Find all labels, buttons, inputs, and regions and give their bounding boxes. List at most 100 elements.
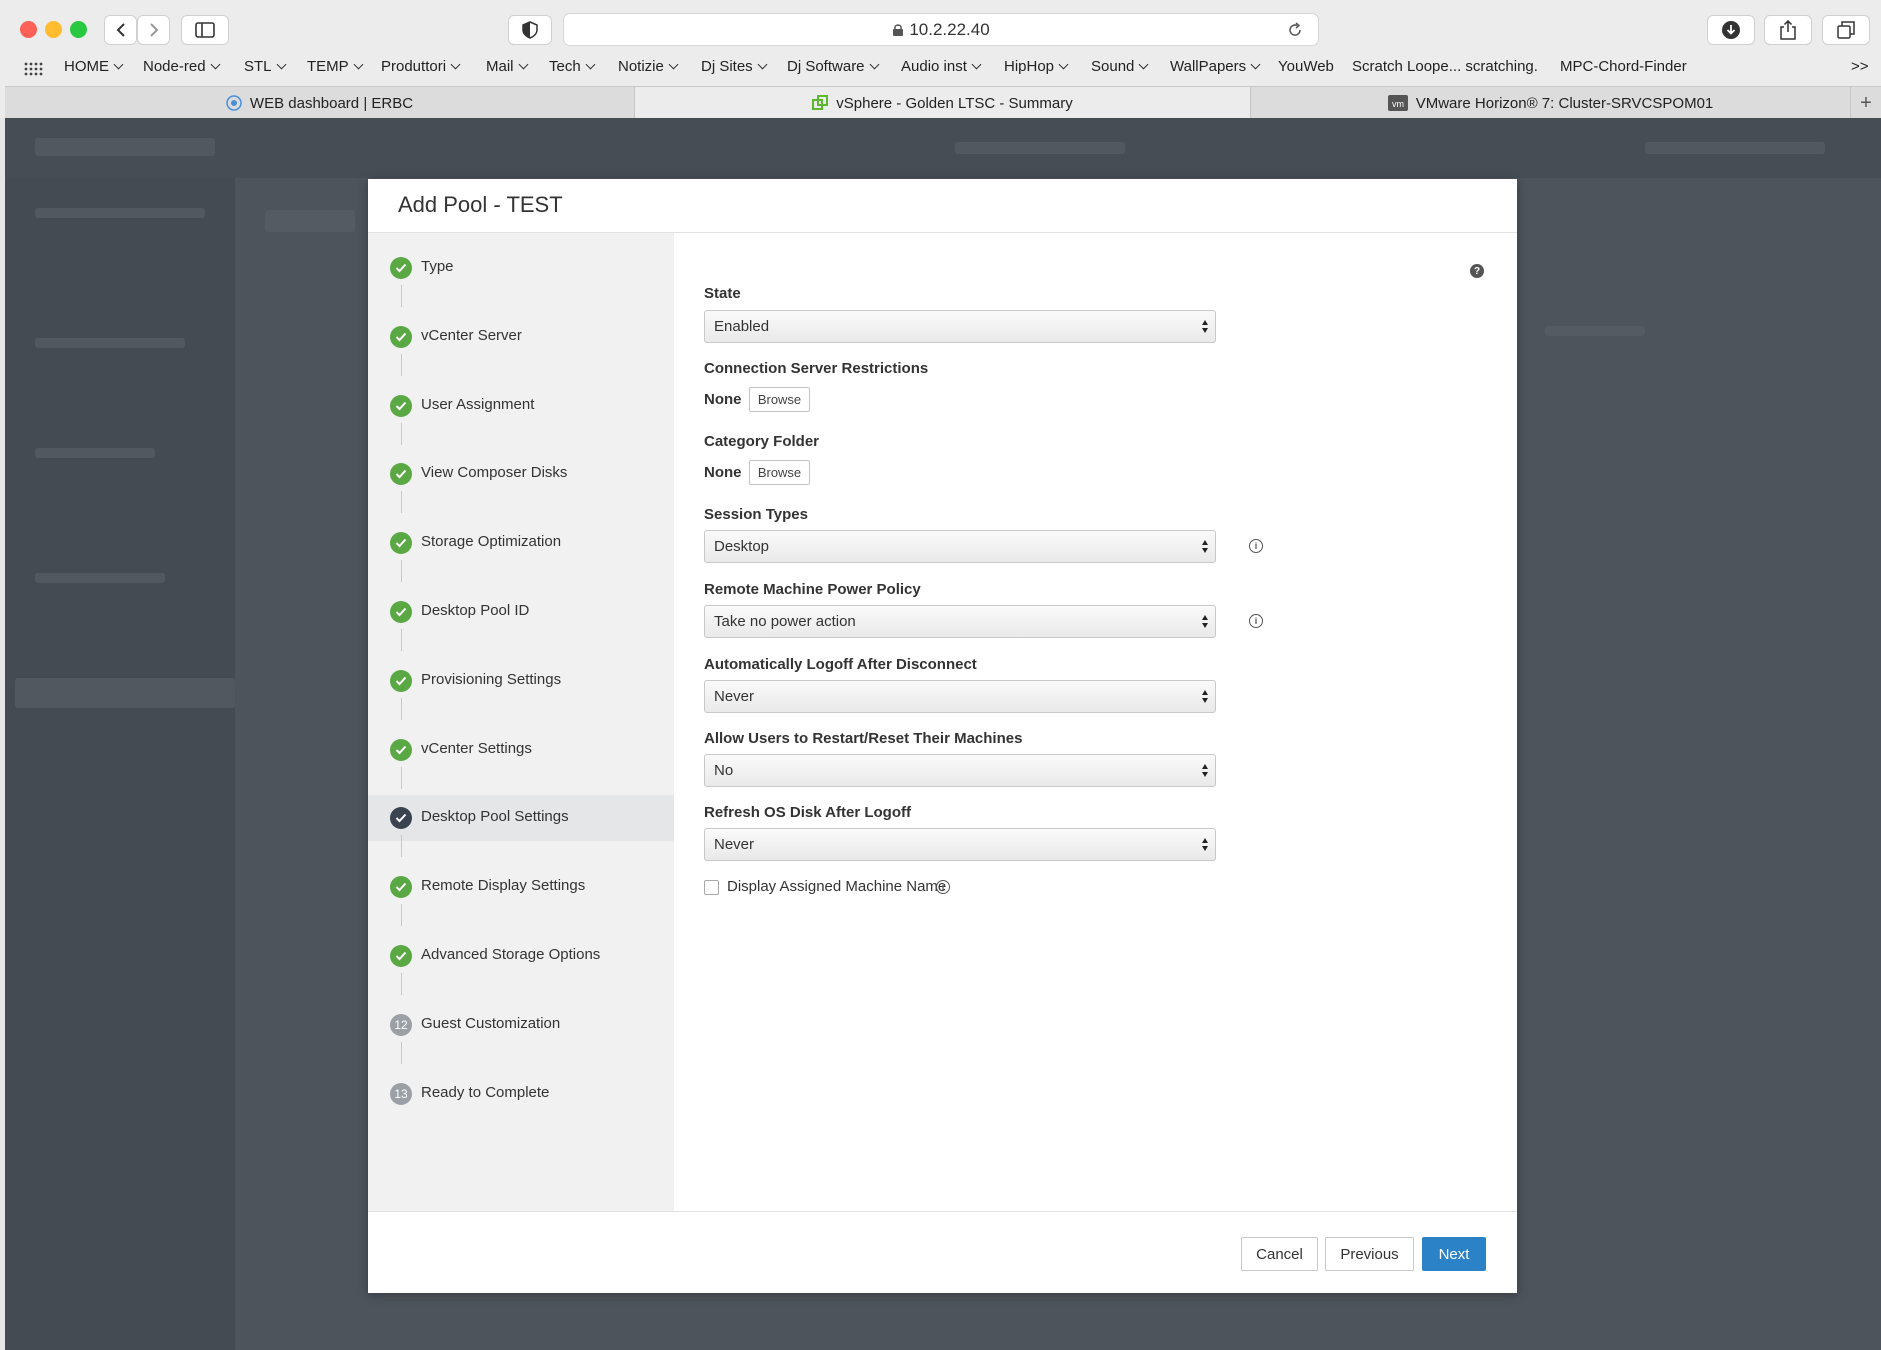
previous-button[interactable]: Previous xyxy=(1325,1237,1414,1271)
minimize-window-icon[interactable] xyxy=(45,21,62,38)
session-types-label: Session Types xyxy=(704,506,808,523)
wizard-step-guest-customization[interactable]: 12 Guest Customization xyxy=(368,1002,674,1048)
connection-server-browse-button[interactable]: Browse xyxy=(749,387,810,412)
bookmark-stl[interactable]: STL xyxy=(244,58,286,75)
bookmark-temp[interactable]: TEMP xyxy=(307,58,364,75)
checkmark-icon xyxy=(390,807,412,830)
bookmark-notizie[interactable]: Notizie xyxy=(618,58,679,75)
state-value: Enabled xyxy=(714,318,770,335)
bookmark-home[interactable]: HOME xyxy=(64,58,124,75)
display-machine-name-checkbox[interactable] xyxy=(704,880,719,895)
address-bar[interactable]: 10.2.22.40 xyxy=(563,13,1319,46)
wizard-step-vcenter-settings[interactable]: vCenter Settings xyxy=(368,727,674,773)
privacy-button[interactable] xyxy=(508,15,552,45)
bookmark-label: HipHop xyxy=(1004,58,1055,75)
tab-label: vSphere - Golden LTSC - Summary xyxy=(836,94,1073,112)
bookmark-dj-sites[interactable]: Dj Sites xyxy=(701,58,768,75)
wizard-step-desktop-pool-id[interactable]: Desktop Pool ID xyxy=(368,589,674,635)
allow-restart-value: No xyxy=(714,762,734,779)
wizard-step-storage-optimization[interactable]: Storage Optimization xyxy=(368,520,674,566)
category-folder-browse-button[interactable]: Browse xyxy=(749,460,810,485)
bookmark-hiphop[interactable]: HipHop xyxy=(1004,58,1069,75)
downloads-button[interactable] xyxy=(1707,15,1755,45)
tab-overview-button[interactable] xyxy=(1822,15,1870,45)
chevron-down-icon xyxy=(585,59,596,70)
step-label: View Composer Disks xyxy=(421,464,568,482)
wizard-step-type[interactable]: Type xyxy=(368,245,674,291)
wizard-step-ready-to-complete[interactable]: 13 Ready to Complete xyxy=(368,1071,674,1117)
wizard-step-desktop-pool-settings[interactable]: Desktop Pool Settings xyxy=(368,795,674,842)
session-types-select[interactable]: Desktop xyxy=(704,530,1216,563)
vsphere-icon xyxy=(812,95,829,110)
next-button[interactable]: Next xyxy=(1422,1237,1486,1271)
tab-vmware-horizon[interactable]: vm VMware Horizon® 7: Cluster-SRVCSPOM01 xyxy=(1251,87,1851,119)
bookmark-mail[interactable]: Mail xyxy=(486,58,528,75)
chevron-down-icon xyxy=(757,59,768,70)
bookmark-mpc-chord-finder[interactable]: MPC-Chord-Finder xyxy=(1560,58,1687,75)
bookmark-tech[interactable]: Tech xyxy=(549,58,596,75)
wizard-step-provisioning-settings[interactable]: Provisioning Settings xyxy=(368,658,674,704)
bookmark-dj-software[interactable]: Dj Software xyxy=(787,58,879,75)
step-number-icon: 12 xyxy=(390,1013,412,1036)
reload-icon[interactable] xyxy=(1286,21,1304,39)
category-folder-label: Category Folder xyxy=(704,433,820,450)
cancel-button[interactable]: Cancel xyxy=(1241,1237,1318,1271)
power-policy-info-icon[interactable]: i xyxy=(1249,614,1263,628)
tabs-icon xyxy=(1837,21,1855,39)
new-tab-button[interactable]: + xyxy=(1851,87,1881,119)
step-connector xyxy=(401,491,402,514)
maximize-window-icon[interactable] xyxy=(70,21,87,38)
bookmark-youweb[interactable]: YouWeb xyxy=(1278,58,1334,75)
state-label: State xyxy=(704,285,741,302)
bookmark-node-red[interactable]: Node-red xyxy=(143,58,220,75)
allow-restart-select[interactable]: No xyxy=(704,754,1216,787)
auto-logoff-select[interactable]: Never xyxy=(704,680,1216,713)
bookmark-label: HOME xyxy=(64,58,109,75)
tab-vsphere[interactable]: vSphere - Golden LTSC - Summary xyxy=(635,87,1251,119)
session-types-info-icon[interactable]: i xyxy=(1249,539,1263,553)
step-label: Desktop Pool Settings xyxy=(421,808,569,826)
bookmark-audio-inst[interactable]: Audio inst xyxy=(901,58,982,75)
refresh-os-disk-select[interactable]: Never xyxy=(704,828,1216,861)
close-window-icon[interactable] xyxy=(20,21,37,38)
wizard-step-advanced-storage-options[interactable]: Advanced Storage Options xyxy=(368,933,674,979)
step-label: Ready to Complete xyxy=(421,1083,550,1101)
chevron-down-icon xyxy=(353,59,364,70)
display-machine-name-label: Display Assigned Machine Name xyxy=(727,878,947,895)
browser-titlebar: 10.2.22.40 xyxy=(0,0,1881,58)
wizard-step-vcenter-server[interactable]: vCenter Server xyxy=(368,314,674,360)
tab-web-dashboard[interactable]: WEB dashboard | ERBC xyxy=(5,87,635,119)
chevron-down-icon xyxy=(210,59,220,70)
app-logo-dimmed xyxy=(35,138,215,156)
sidebar-toggle-button[interactable] xyxy=(181,15,229,45)
bookmarks-overflow-button[interactable]: >> xyxy=(1851,58,1869,75)
step-number-icon: 13 xyxy=(390,1082,412,1105)
step-label: Type xyxy=(421,258,454,275)
share-button[interactable] xyxy=(1764,15,1812,45)
bookmark-label: Audio inst xyxy=(901,58,967,75)
page-heading-dimmed xyxy=(265,210,355,232)
step-label: Storage Optimization xyxy=(421,533,562,551)
bookmark-produttori[interactable]: Produttori xyxy=(381,58,461,75)
checkmark-icon xyxy=(390,738,412,761)
bookmark-sound[interactable]: Sound xyxy=(1091,58,1149,75)
wizard-step-user-assignment[interactable]: User Assignment xyxy=(368,383,674,429)
back-button[interactable] xyxy=(104,15,137,45)
bookmark-scratch-loope-scratching[interactable]: Scratch Loope... scratching. xyxy=(1352,58,1538,75)
wizard-step-view-composer-disks[interactable]: View Composer Disks xyxy=(368,451,674,497)
select-arrows-icon xyxy=(1201,613,1209,631)
chevron-down-icon xyxy=(1058,59,1069,70)
lock-icon xyxy=(893,23,904,36)
state-select[interactable]: Enabled xyxy=(704,310,1216,343)
chevron-down-icon xyxy=(113,59,124,70)
step-label: Guest Customization xyxy=(421,1014,561,1032)
dialog-footer: Cancel Previous Next xyxy=(368,1211,1517,1293)
bookmark-wallpapers[interactable]: WallPapers xyxy=(1170,58,1261,75)
wizard-step-remote-display-settings[interactable]: Remote Display Settings xyxy=(368,864,674,910)
display-machine-name-info-icon[interactable]: i xyxy=(936,880,950,894)
bookmark-label: YouWeb xyxy=(1278,58,1334,75)
help-icon[interactable]: ? xyxy=(1470,264,1484,278)
power-policy-select[interactable]: Take no power action xyxy=(704,605,1216,638)
apps-grid-icon[interactable] xyxy=(24,62,44,76)
forward-button[interactable] xyxy=(137,15,170,45)
